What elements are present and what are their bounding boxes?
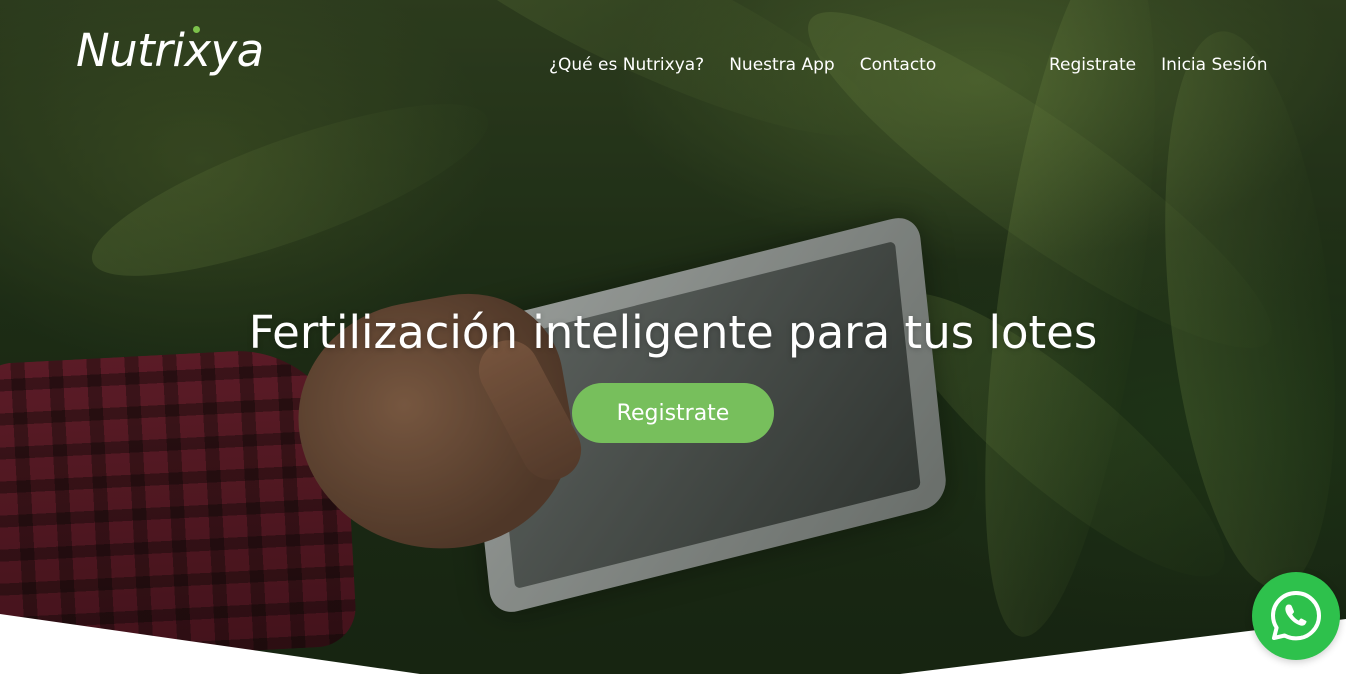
nav-link-inicia-sesion[interactable]: Inicia Sesión	[1161, 55, 1267, 75]
register-button[interactable]: Registrate	[572, 383, 774, 443]
logo-dot-icon	[193, 26, 200, 33]
logo-text: Nutrixya	[76, 24, 264, 77]
bottom-wave	[0, 614, 1346, 674]
main-nav: ¿Qué es Nutrixya? Nuestra App Contacto	[549, 55, 936, 75]
nav-link-que-es[interactable]: ¿Qué es Nutrixya?	[549, 55, 704, 75]
nav-link-nuestra-app[interactable]: Nuestra App	[729, 55, 835, 75]
nav-link-registrate[interactable]: Registrate	[1049, 55, 1136, 75]
nav-link-contacto[interactable]: Contacto	[860, 55, 937, 75]
whatsapp-button[interactable]	[1252, 572, 1340, 660]
whatsapp-icon	[1271, 591, 1321, 641]
hero-title: Fertilización inteligente para tus lotes	[248, 306, 1098, 359]
logo[interactable]: Nutrixya	[76, 26, 264, 73]
auth-nav: Registrate Inicia Sesión	[1049, 55, 1268, 75]
